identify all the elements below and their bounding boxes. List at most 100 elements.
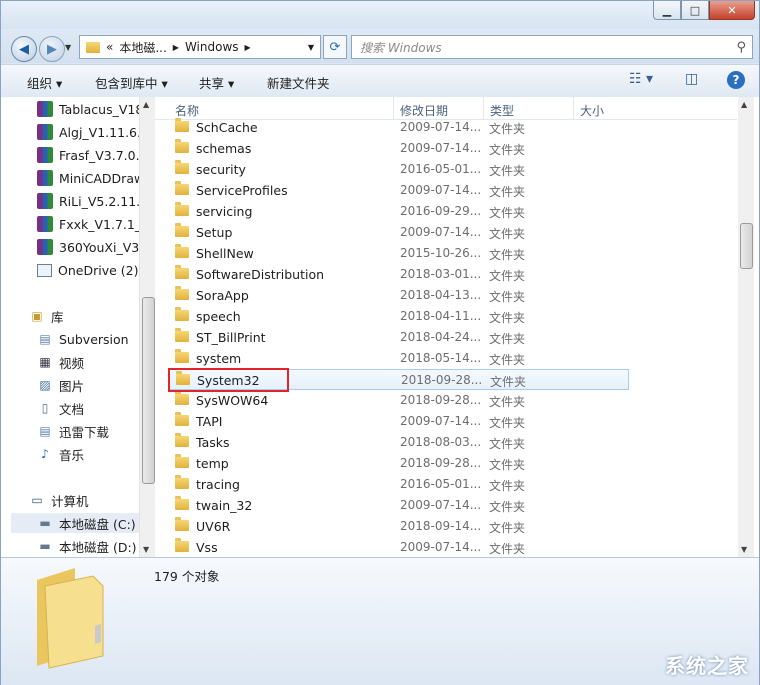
nav-item-label: 360YouXi_V3. xyxy=(59,239,144,255)
nav-item-label: 视频 xyxy=(59,355,85,371)
breadcrumb-separator-icon[interactable]: ▶ xyxy=(173,43,179,52)
folder-icon xyxy=(175,496,189,510)
nav-item-subversion[interactable]: ▤ Subversion xyxy=(37,329,128,349)
file-row[interactable]: SoftwareDistribution 2018-03-01... 文件夹 xyxy=(169,264,629,285)
file-row[interactable]: TAPI 2009-07-14... 文件夹 xyxy=(169,411,629,432)
file-date: 2009-07-14... xyxy=(400,498,482,512)
file-list-scrollbar[interactable]: ▲ ▼ xyxy=(738,97,754,557)
refresh-button[interactable]: ⟳ xyxy=(323,35,347,59)
nav-item-pictures[interactable]: ▨ 图片 xyxy=(37,375,84,395)
back-button[interactable]: ◀ xyxy=(11,36,37,62)
breadcrumb-windows[interactable]: Windows xyxy=(185,40,239,54)
watermark: 系统之家 xyxy=(665,654,749,678)
search-input[interactable]: 搜索 Windows xyxy=(360,39,736,56)
file-row[interactable]: ST_BillPrint 2018-04-24... 文件夹 xyxy=(169,327,629,348)
file-row[interactable]: twain_32 2009-07-14... 文件夹 xyxy=(169,495,629,516)
address-bar[interactable]: « 本地磁... ▶ Windows ▶ ▼ xyxy=(79,35,321,59)
file-row[interactable]: security 2016-05-01... 文件夹 xyxy=(169,159,629,180)
file-date: 2018-04-13... xyxy=(400,288,482,302)
column-divider[interactable] xyxy=(393,97,394,119)
share-button[interactable]: 共享 ▾ xyxy=(199,73,234,92)
file-name: twain_32 xyxy=(196,498,253,513)
maximize-button[interactable]: □ xyxy=(681,1,709,20)
column-divider[interactable] xyxy=(483,97,484,119)
scroll-up-icon[interactable]: ▲ xyxy=(143,100,149,109)
folder-icon xyxy=(175,160,189,174)
file-row[interactable]: tracing 2016-05-01... 文件夹 xyxy=(169,474,629,495)
nav-item-fxxk[interactable]: Fxxk_V1.7.1_X xyxy=(37,214,150,234)
file-name: servicing xyxy=(196,204,253,219)
nav-item-libraries[interactable]: ▣ 库 xyxy=(29,306,63,326)
file-row[interactable]: temp 2018-09-28... 文件夹 xyxy=(169,453,629,474)
close-button[interactable]: ✕ xyxy=(709,1,755,20)
nav-item-minicad[interactable]: MiniCADDraw xyxy=(37,168,144,188)
file-date: 2015-10-26... xyxy=(400,246,482,260)
file-row[interactable]: Vss 2009-07-14... 文件夹 xyxy=(169,537,629,557)
change-view-icon[interactable]: ☷ ▾ xyxy=(629,71,653,87)
file-row[interactable]: SoraApp 2018-04-13... 文件夹 xyxy=(169,285,629,306)
file-row[interactable]: ShellNew 2015-10-26... 文件夹 xyxy=(169,243,629,264)
nav-item-label: Algj_V1.11.6.0 xyxy=(59,124,149,140)
include-in-library-button[interactable]: 包含到库中 ▾ xyxy=(95,73,168,92)
search-box[interactable]: 搜索 Windows ⚲ xyxy=(351,35,753,59)
nav-item-frasf[interactable]: Frasf_V3.7.0.0 xyxy=(37,145,148,165)
file-row[interactable]: SchCache 2009-07-14... 文件夹 xyxy=(169,117,629,138)
nav-item-music[interactable]: ♪ 音乐 xyxy=(37,444,84,464)
file-date: 2016-05-01... xyxy=(400,162,482,176)
navigation-scrollbar[interactable]: ▲ ▼ xyxy=(139,97,155,557)
scroll-down-icon[interactable]: ▼ xyxy=(741,545,747,554)
nav-item-label: 迅雷下载 xyxy=(59,424,110,440)
file-name: security xyxy=(196,162,246,177)
nav-item-algj[interactable]: Algj_V1.11.6.0 xyxy=(37,122,149,142)
scroll-down-icon[interactable]: ▼ xyxy=(143,545,149,554)
nav-item-documents[interactable]: ▯ 文档 xyxy=(37,398,84,418)
file-row[interactable]: SysWOW64 2018-09-28... 文件夹 xyxy=(169,390,629,411)
nav-item-label: Fxxk_V1.7.1_X xyxy=(59,216,150,232)
file-type: 文件夹 xyxy=(489,311,526,325)
file-type: 文件夹 xyxy=(489,143,526,157)
music-icon: ♪ xyxy=(41,447,49,461)
nav-item-drive-d[interactable]: ▬ 本地磁盘 (D:) xyxy=(37,536,136,556)
picture-icon: ▨ xyxy=(39,378,51,392)
file-row[interactable]: speech 2018-04-11... 文件夹 xyxy=(169,306,629,327)
file-row[interactable]: UV6R 2018-09-14... 文件夹 xyxy=(169,516,629,537)
scroll-thumb[interactable] xyxy=(740,223,753,269)
nav-item-videos[interactable]: ▦ 视频 xyxy=(37,352,84,372)
organize-button[interactable]: 组织 ▾ xyxy=(27,73,62,92)
file-row[interactable]: Tasks 2018-08-03... 文件夹 xyxy=(169,432,629,453)
scroll-up-icon[interactable]: ▲ xyxy=(741,100,747,109)
forward-button[interactable]: ▶ xyxy=(39,36,65,62)
nav-item-drive-c[interactable]: ▬ 本地磁盘 (C:) xyxy=(11,513,154,533)
nav-item-onedrive[interactable]: OneDrive (2) xyxy=(37,260,138,280)
scroll-thumb[interactable] xyxy=(142,297,155,484)
recent-pages-chevron-icon[interactable]: ▼ xyxy=(65,43,71,52)
minimize-button[interactable]: ▁ xyxy=(653,1,681,20)
breadcrumb-separator-icon[interactable]: ▶ xyxy=(245,43,251,52)
address-dropdown-icon[interactable]: ▼ xyxy=(308,43,314,52)
file-type: 文件夹 xyxy=(489,521,526,535)
folder-icon xyxy=(86,41,100,53)
file-row[interactable]: servicing 2016-09-29... 文件夹 xyxy=(169,201,629,222)
file-row[interactable]: Setup 2009-07-14... 文件夹 xyxy=(169,222,629,243)
file-date: 2018-09-28... xyxy=(401,373,483,387)
nav-item-label: MiniCADDraw xyxy=(59,170,145,186)
file-name: Setup xyxy=(196,225,233,240)
help-button[interactable]: ? xyxy=(727,71,745,89)
nav-item-360youxi[interactable]: 360YouXi_V3. xyxy=(37,237,143,257)
nav-item-tablacus[interactable]: Tablacus_V18 xyxy=(37,99,143,119)
library-icon: ▤ xyxy=(39,424,51,438)
nav-item-xunlei[interactable]: ▤ 迅雷下载 xyxy=(37,421,109,441)
breadcrumb-overflow[interactable]: « xyxy=(106,40,113,54)
search-icon[interactable]: ⚲ xyxy=(736,40,746,55)
file-row[interactable]: system 2018-05-14... 文件夹 xyxy=(169,348,629,369)
file-row[interactable]: schemas 2009-07-14... 文件夹 xyxy=(169,138,629,159)
nav-item-computer[interactable]: ▭ 计算机 xyxy=(29,490,88,510)
title-bar[interactable]: ▁ □ ✕ xyxy=(1,1,759,29)
breadcrumb-local-disk[interactable]: 本地磁... xyxy=(119,39,166,56)
new-folder-button[interactable]: 新建文件夹 xyxy=(267,73,330,92)
file-row[interactable]: ServiceProfiles 2009-07-14... 文件夹 xyxy=(169,180,629,201)
preview-pane-icon[interactable]: ◫ xyxy=(685,71,698,87)
nav-item-rili[interactable]: RiLi_V5.2.11.3 xyxy=(37,191,148,211)
column-divider[interactable] xyxy=(573,97,574,119)
folder-icon xyxy=(175,286,189,300)
